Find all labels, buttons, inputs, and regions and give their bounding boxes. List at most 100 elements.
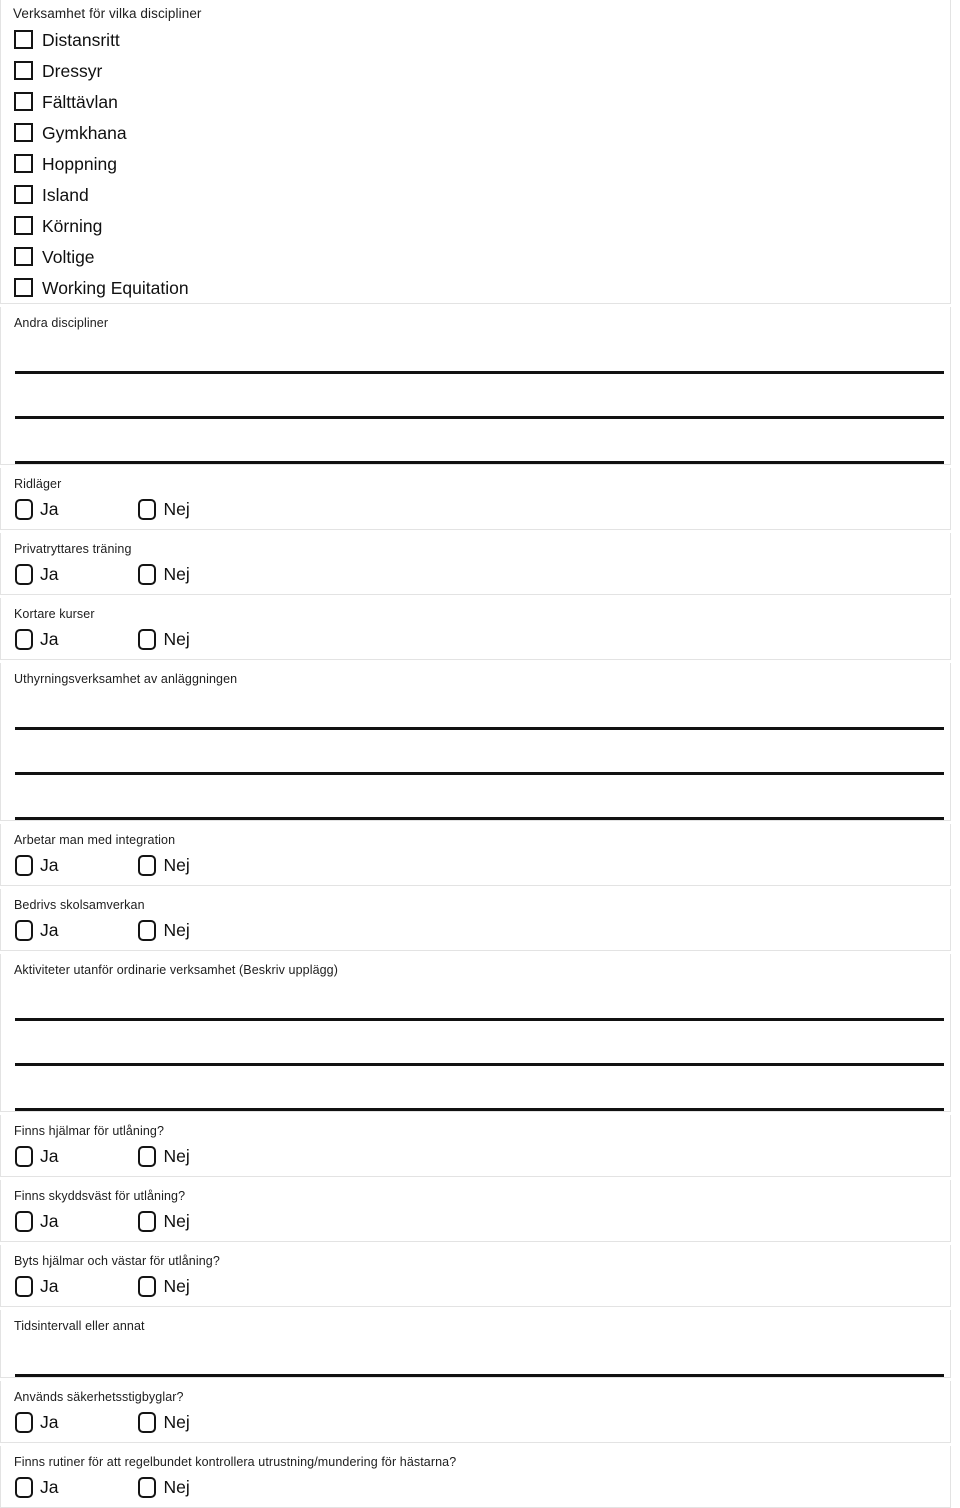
discipline-checkbox-row[interactable]: Fälttävlan <box>1 86 950 117</box>
rule-line <box>15 1108 944 1111</box>
yes-checkbox-icon[interactable] <box>15 1411 33 1433</box>
no-checkbox-icon[interactable] <box>138 1411 157 1433</box>
yes-checkbox-icon[interactable] <box>15 1145 33 1167</box>
no-option[interactable]: Nej <box>138 854 190 876</box>
text-line[interactable] <box>1 419 950 464</box>
yes-no-row: Ja Nej <box>1 1405 950 1442</box>
discipline-label: Island <box>42 184 89 205</box>
discipline-checkbox-row[interactable]: Dressyr <box>1 55 950 86</box>
field-label: Tidsintervall eller annat <box>14 1319 145 1333</box>
write-on-lines[interactable] <box>1 687 950 820</box>
yes-checkbox-icon[interactable] <box>15 854 33 876</box>
write-on-lines[interactable] <box>1 978 950 1111</box>
text-line[interactable] <box>1 1334 950 1377</box>
write-on-lines[interactable] <box>1 1334 950 1377</box>
no-checkbox-icon[interactable] <box>138 563 157 585</box>
yes-option[interactable]: Ja <box>15 1145 58 1167</box>
no-option[interactable]: Nej <box>138 919 190 941</box>
yes-no-row: Ja Nej <box>1 557 950 594</box>
yes-label: Ja <box>40 1211 59 1231</box>
yes-option[interactable]: Ja <box>15 1476 58 1498</box>
no-checkbox-icon[interactable] <box>138 919 157 941</box>
no-checkbox-icon[interactable] <box>138 628 157 650</box>
yes-checkbox-icon[interactable] <box>15 498 33 520</box>
discipline-checkbox-row[interactable]: Körning <box>1 210 950 241</box>
text-line[interactable] <box>1 1066 950 1111</box>
yes-option[interactable]: Ja <box>15 1275 58 1297</box>
discipline-label: Fälttävlan <box>42 91 118 112</box>
text-line[interactable] <box>1 978 950 1021</box>
no-option[interactable]: Nej <box>138 628 190 650</box>
yes-option[interactable]: Ja <box>15 498 58 520</box>
text-line[interactable] <box>1 730 950 775</box>
checkbox-icon[interactable] <box>14 216 33 235</box>
no-checkbox-icon[interactable] <box>138 1210 157 1232</box>
text-line[interactable] <box>1 331 950 374</box>
yes-checkbox-icon[interactable] <box>15 563 33 585</box>
checkbox-icon[interactable] <box>14 278 33 297</box>
yes-checkbox-icon[interactable] <box>15 1210 33 1232</box>
yes-checkbox-icon[interactable] <box>15 1275 33 1297</box>
no-checkbox-icon[interactable] <box>138 854 157 876</box>
rule-line <box>15 1374 944 1377</box>
yes-no-card: Finns hjälmar för utlåning? Ja Nej <box>0 1115 951 1177</box>
no-label: Nej <box>163 920 190 940</box>
text-line[interactable] <box>1 374 950 419</box>
yes-label: Ja <box>40 1412 59 1432</box>
checkbox-icon[interactable] <box>14 247 33 266</box>
yes-option[interactable]: Ja <box>15 919 58 941</box>
no-option[interactable]: Nej <box>138 1476 190 1498</box>
discipline-checkbox-row[interactable]: Island <box>1 179 950 210</box>
checkbox-icon[interactable] <box>14 30 33 49</box>
yes-option[interactable]: Ja <box>15 1411 59 1433</box>
no-option[interactable]: Nej <box>138 1145 190 1167</box>
discipline-checkbox-row[interactable]: Working Equitation <box>1 272 950 303</box>
field-label: Används säkerhetsstigbyglar? <box>14 1390 184 1404</box>
no-option[interactable]: Nej <box>138 1411 190 1433</box>
yes-checkbox-icon[interactable] <box>15 628 33 650</box>
text-line[interactable] <box>1 1021 950 1066</box>
rule-line <box>15 461 944 464</box>
discipline-label: Körning <box>42 215 103 236</box>
no-label: Nej <box>163 1276 190 1296</box>
write-on-lines[interactable] <box>1 331 950 464</box>
yes-checkbox-icon[interactable] <box>15 919 33 941</box>
no-checkbox-icon[interactable] <box>138 1145 157 1167</box>
field-label: Arbetar man med integration <box>14 833 176 847</box>
yes-no-card: Finns skyddsväst för utlåning? Ja Nej <box>0 1180 951 1242</box>
checkbox-icon[interactable] <box>14 61 33 80</box>
yes-option[interactable]: Ja <box>15 563 58 585</box>
text-line[interactable] <box>1 775 950 820</box>
discipline-checkbox-row[interactable]: Distansritt <box>1 24 950 55</box>
rule-line <box>15 1018 944 1021</box>
no-checkbox-icon[interactable] <box>138 498 157 520</box>
field-label: Andra discipliner <box>14 316 109 330</box>
discipline-checkbox-row[interactable]: Voltige <box>1 241 950 272</box>
yes-option[interactable]: Ja <box>15 628 58 650</box>
yes-checkbox-icon[interactable] <box>15 1476 33 1498</box>
field-label: Finns hjälmar för utlåning? <box>14 1124 164 1138</box>
no-option[interactable]: Nej <box>138 1210 190 1232</box>
no-option[interactable]: Nej <box>138 1275 190 1297</box>
no-checkbox-icon[interactable] <box>138 1476 157 1498</box>
checkbox-icon[interactable] <box>14 92 33 111</box>
checkbox-icon[interactable] <box>14 154 33 173</box>
field-label: Privatryttares träning <box>14 542 132 556</box>
yes-option[interactable]: Ja <box>15 854 58 876</box>
no-checkbox-icon[interactable] <box>138 1275 157 1297</box>
yes-option[interactable]: Ja <box>15 1210 59 1232</box>
text-entry-card: Aktiviteter utanför ordinarie verksamhet… <box>0 954 951 1112</box>
checkbox-icon[interactable] <box>14 185 33 204</box>
disciplines-group-title: Verksamhet för vilka discipliner <box>13 6 202 21</box>
no-option[interactable]: Nej <box>138 563 190 585</box>
discipline-checkbox-row[interactable]: Hoppning <box>1 148 950 179</box>
no-label: Nej <box>163 1412 190 1432</box>
discipline-checkbox-row[interactable]: Gymkhana <box>1 117 950 148</box>
no-option[interactable]: Nej <box>138 498 190 520</box>
no-label: Nej <box>163 499 190 519</box>
yes-no-card: Ridläger Ja Nej <box>0 468 951 530</box>
field-label: Uthyrningsverksamhet av anläggningen <box>14 672 238 686</box>
field-label: Byts hjälmar och västar för utlåning? <box>14 1254 220 1268</box>
text-line[interactable] <box>1 687 950 730</box>
checkbox-icon[interactable] <box>14 123 33 142</box>
